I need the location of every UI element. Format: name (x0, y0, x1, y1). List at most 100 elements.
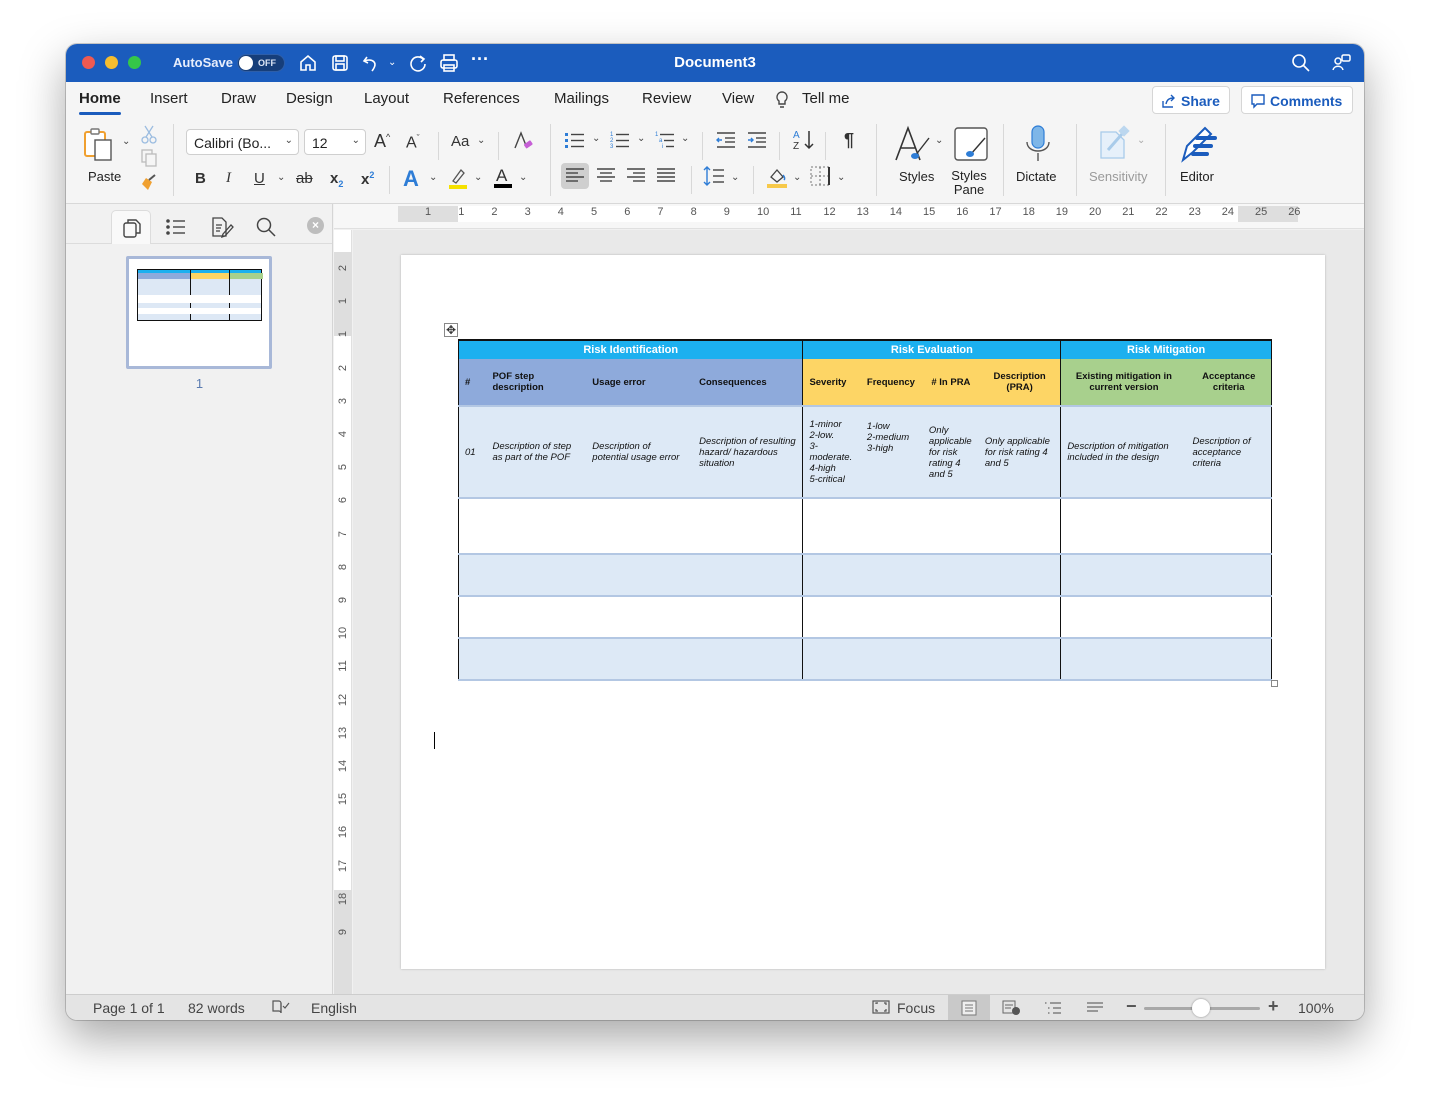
table-move-handle[interactable]: ✥ (444, 323, 458, 337)
cell-severity[interactable]: 1-minor 2-low. 3-moderate. 4-high 5-crit… (802, 405, 861, 498)
cell-acceptance-criteria[interactable]: Description of acceptance criteria (1186, 405, 1272, 498)
zoom-slider-handle[interactable] (1192, 999, 1210, 1017)
cell-number[interactable]: 01 (458, 405, 487, 498)
increase-indent-icon[interactable] (746, 130, 768, 155)
empty-cell[interactable] (802, 637, 1061, 681)
styles-pane-icon[interactable] (953, 126, 989, 167)
highlight-color-icon[interactable] (447, 166, 469, 195)
clear-formatting-icon[interactable] (512, 130, 534, 157)
vertical-ruler[interactable]: 2 1 1 2 3 4 5 6 7 8 9 10 11 12 13 14 15 16 17 18 9 (334, 230, 352, 994)
cell-consequences[interactable]: Description of resulting hazard/ hazardo… (693, 405, 803, 498)
styles-dropdown-icon[interactable]: ⌄ (935, 135, 943, 146)
paste-dropdown-icon[interactable]: ⌄ (122, 136, 130, 147)
empty-cell[interactable] (457, 637, 803, 681)
horizontal-ruler[interactable]: 1 1 2 3 4 5 6 7 8 9 10 11 12 13 14 15 16 17 18 19 20 21 22 23 24… (334, 204, 1364, 229)
borders-dropdown-icon[interactable]: ⌄ (837, 172, 845, 183)
align-center-icon[interactable] (596, 167, 616, 190)
superscript-button[interactable]: x2 (361, 170, 374, 188)
tell-me-search[interactable]: Tell me (776, 90, 850, 108)
text-effects-icon[interactable]: A (403, 166, 419, 192)
cell-frequency[interactable]: 1-low 2-medium 3-high (860, 405, 923, 498)
tab-view[interactable]: View (722, 90, 754, 107)
align-right-icon[interactable] (626, 167, 646, 190)
font-color-icon[interactable]: A (492, 164, 514, 195)
web-layout-view-button[interactable] (990, 995, 1032, 1020)
table-resize-handle[interactable] (1271, 680, 1278, 687)
empty-cell[interactable] (802, 553, 1061, 596)
cell-pof-step[interactable]: Description of step as part of the POF (486, 405, 587, 498)
tab-mailings[interactable]: Mailings (554, 90, 609, 107)
font-color-dropdown-icon[interactable]: ⌄ (519, 172, 527, 183)
underline-button[interactable]: U (254, 170, 265, 187)
line-spacing-icon[interactable] (703, 165, 725, 192)
bullets-dropdown-icon[interactable]: ⌄ (592, 133, 600, 144)
tab-references[interactable]: References (443, 90, 520, 107)
search-tab[interactable] (246, 210, 286, 244)
empty-cell[interactable] (802, 595, 1061, 638)
tab-design[interactable]: Design (286, 90, 333, 107)
shading-icon[interactable] (766, 165, 788, 194)
grow-font-icon[interactable]: A^ (374, 131, 390, 152)
cut-icon[interactable] (140, 124, 158, 149)
editor-icon[interactable] (1179, 124, 1219, 169)
highlight-dropdown-icon[interactable]: ⌄ (474, 172, 482, 183)
decrease-indent-icon[interactable] (715, 130, 737, 155)
change-case-dropdown-icon[interactable]: ⌄ (477, 135, 485, 146)
empty-cell[interactable] (802, 497, 1061, 554)
paste-button[interactable] (82, 126, 116, 167)
tab-review[interactable]: Review (642, 90, 691, 107)
copy-icon[interactable] (140, 148, 158, 173)
cell-existing-mitigation[interactable]: Description of mitigation included in th… (1060, 405, 1187, 498)
collaborate-icon[interactable] (1330, 52, 1352, 74)
shading-dropdown-icon[interactable]: ⌄ (793, 172, 801, 183)
multilevel-list-icon[interactable]: 1ai (654, 130, 676, 155)
justify-icon[interactable] (656, 167, 676, 190)
zoom-in-button[interactable]: + (1268, 996, 1279, 1017)
language[interactable]: English (311, 1000, 357, 1016)
sort-icon[interactable]: AZ (792, 128, 816, 157)
tab-insert[interactable]: Insert (150, 90, 188, 107)
word-count[interactable]: 82 words (188, 1000, 245, 1016)
multilevel-dropdown-icon[interactable]: ⌄ (681, 133, 689, 144)
document-page[interactable]: ✥ Risk Identification Risk Evaluation Ri… (401, 255, 1325, 969)
dictate-icon[interactable] (1024, 124, 1052, 169)
thumbnails-tab[interactable] (111, 210, 151, 244)
bold-button[interactable]: B (195, 170, 206, 187)
font-size-dropdown[interactable]: 12 ⌄ (304, 129, 366, 155)
borders-icon[interactable] (810, 166, 830, 191)
text-effects-dropdown-icon[interactable]: ⌄ (429, 172, 437, 183)
review-tab[interactable] (201, 210, 241, 244)
numbering-dropdown-icon[interactable]: ⌄ (637, 133, 645, 144)
tab-layout[interactable]: Layout (364, 90, 409, 107)
styles-icon[interactable] (893, 124, 935, 169)
zoom-level[interactable]: 100% (1298, 1000, 1334, 1016)
numbering-icon[interactable]: 123 (609, 130, 631, 155)
tab-draw[interactable]: Draw (221, 90, 256, 107)
cell-description-pra[interactable]: Only applicable for risk rating 4 and 5 (978, 405, 1061, 498)
comments-button[interactable]: Comments (1241, 86, 1353, 114)
underline-dropdown-icon[interactable]: ⌄ (277, 172, 285, 183)
draft-view-button[interactable] (1074, 995, 1116, 1020)
cell-in-pra[interactable]: Only applicable for risk rating 4 and 5 (922, 405, 979, 498)
zoom-out-button[interactable]: − (1126, 996, 1137, 1017)
empty-cell[interactable] (457, 497, 803, 554)
cell-usage-error[interactable]: Description of potential usage error (586, 405, 694, 498)
focus-mode-button[interactable]: Focus (897, 1000, 935, 1016)
change-case-button[interactable]: Aa (451, 133, 469, 150)
share-button[interactable]: Share (1152, 86, 1230, 114)
outline-view-button[interactable] (1032, 995, 1074, 1020)
show-formatting-marks-button[interactable]: ¶ (844, 130, 854, 151)
line-spacing-dropdown-icon[interactable]: ⌄ (731, 172, 739, 183)
empty-cell[interactable] (457, 595, 803, 638)
shrink-font-icon[interactable]: Aˇ (406, 133, 420, 152)
page-thumbnail[interactable] (126, 256, 272, 369)
tab-home[interactable]: Home (79, 90, 121, 115)
outline-tab[interactable] (156, 210, 196, 244)
strikethrough-button[interactable]: ab (296, 170, 313, 187)
align-left-button[interactable] (561, 163, 589, 189)
font-name-dropdown[interactable]: Calibri (Bo... ⌄ (186, 129, 299, 155)
subscript-button[interactable]: x2 (330, 170, 343, 189)
search-icon[interactable] (1290, 52, 1312, 74)
empty-cell[interactable] (1060, 497, 1272, 554)
empty-cell[interactable] (1060, 595, 1272, 638)
